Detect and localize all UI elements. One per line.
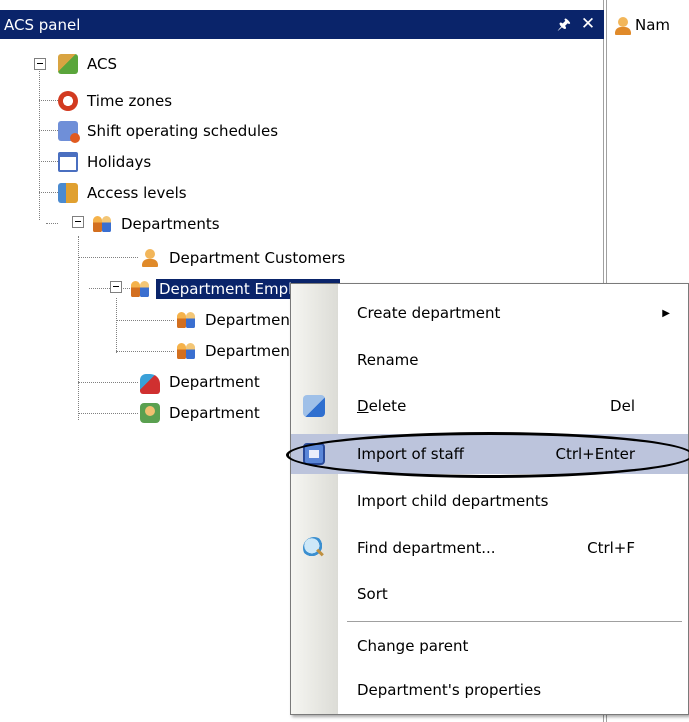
magnifier-icon <box>303 537 325 559</box>
tree-node-label: Access levels <box>87 184 187 202</box>
expand-toggle-departments[interactable] <box>72 216 84 228</box>
person-icon <box>613 16 631 35</box>
user-card-icon <box>140 403 160 423</box>
tree-node-shift-schedules[interactable]: Shift operating schedules <box>58 117 281 145</box>
menu-item-label: Rename <box>357 351 419 369</box>
tree-node-label: Shift operating schedules <box>87 122 279 140</box>
tree-node-label: Time zones <box>87 92 173 110</box>
menu-item-label: Department's properties <box>357 681 542 699</box>
tree-node-department-4[interactable]: Department <box>140 399 263 427</box>
menu-item-label: Import child departments <box>357 492 549 510</box>
shift-schedule-icon <box>58 121 80 143</box>
people-icon <box>176 341 196 361</box>
car-icon <box>140 374 160 394</box>
expand-toggle-department-employees[interactable] <box>110 281 122 293</box>
person-icon <box>140 248 160 268</box>
tree-node-label: Holidays <box>87 153 152 171</box>
menu-item-import-of-staff[interactable]: Import of staff Ctrl+Enter <box>291 434 688 474</box>
tree-node-department-child-2[interactable]: Department <box>176 337 299 365</box>
menu-item-shortcut: Ctrl+Enter <box>555 445 635 463</box>
panel-title-bar: ACS panel 🖈 ✕ <box>0 10 604 39</box>
tree-node-department-customers[interactable]: Department Customers <box>140 244 348 272</box>
tree-node-department-child-1[interactable]: Department <box>176 306 299 334</box>
tree-node-departments[interactable]: Departments <box>92 210 223 238</box>
tree-node-label: Department <box>169 373 260 391</box>
delete-icon <box>303 395 325 417</box>
menu-item-shortcut: Del <box>610 397 635 415</box>
close-icon[interactable]: ✕ <box>578 13 598 35</box>
menu-item-label: Delete <box>357 397 407 415</box>
tree-node-label: Department Customers <box>169 249 346 267</box>
column-header-name[interactable]: Nam <box>613 12 670 38</box>
tree-node-department-3[interactable]: Department <box>140 368 263 396</box>
tree-node-access-levels[interactable]: Access levels <box>58 179 190 207</box>
menu-item-label: Import of staff <box>357 445 464 463</box>
menu-item-change-parent[interactable]: Change parent <box>291 626 688 666</box>
tree-node-label: Department <box>205 311 296 329</box>
menu-item-label: Sort <box>357 585 388 603</box>
pin-icon[interactable]: 🖈 <box>554 13 574 35</box>
menu-separator <box>347 621 682 622</box>
column-header-label: Nam <box>635 16 671 34</box>
tree-node-label: ACS <box>87 55 117 73</box>
menu-item-find-department[interactable]: Find department... Ctrl+F <box>291 528 688 568</box>
expand-toggle-acs[interactable] <box>34 58 46 70</box>
acs-icon <box>58 54 78 74</box>
people-icon <box>130 279 150 299</box>
menu-item-label: Create department <box>357 304 501 322</box>
tree-node-label: Department <box>169 404 260 422</box>
menu-item-delete[interactable]: Delete Del <box>291 386 688 426</box>
access-level-icon <box>58 183 78 203</box>
people-icon <box>176 310 196 330</box>
menu-item-rename[interactable]: Rename <box>291 340 688 380</box>
import-staff-icon <box>303 443 325 465</box>
menu-item-import-child-departments[interactable]: Import child departments <box>291 481 688 521</box>
tree-node-label: Departments <box>121 215 220 233</box>
tree-node-holidays[interactable]: Holidays <box>58 148 154 176</box>
tree-node-time-zones[interactable]: Time zones <box>58 87 175 115</box>
people-icon <box>92 214 112 234</box>
panel-title: ACS panel <box>4 15 81 34</box>
menu-item-shortcut: Ctrl+F <box>587 539 635 557</box>
submenu-arrow-icon: ▶ <box>662 307 670 319</box>
context-menu: Create department ▶ Rename Delete Del Im… <box>290 283 689 715</box>
menu-item-label: Find department... <box>357 539 496 557</box>
tree-node-acs[interactable]: ACS <box>58 50 120 78</box>
calendar-icon <box>58 152 78 172</box>
menu-item-create-department[interactable]: Create department ▶ <box>291 293 688 333</box>
menu-item-label: Change parent <box>357 637 469 655</box>
menu-item-department-properties[interactable]: Department's properties <box>291 670 688 710</box>
clock-icon <box>58 91 78 111</box>
menu-item-sort[interactable]: Sort <box>291 574 688 614</box>
tree-node-label: Department <box>205 342 296 360</box>
